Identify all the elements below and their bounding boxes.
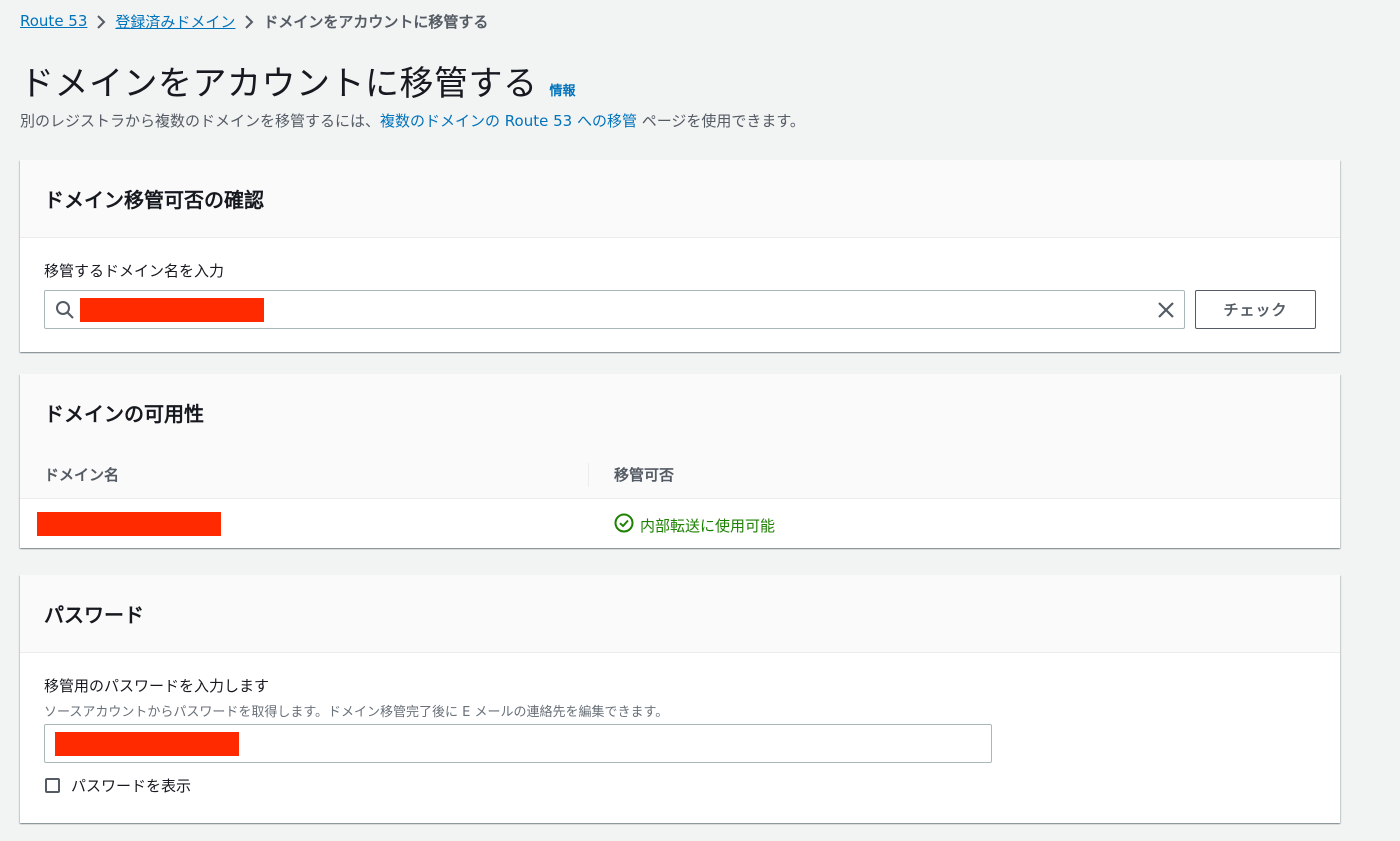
password-input-description: ソースアカウントからパスワードを取得します。ドメイン移管完了後に E メールの連…: [44, 705, 669, 720]
panel-title: ドメイン移管可否の確認: [44, 188, 264, 212]
domain-input-label: 移管するドメイン名を入力: [44, 262, 225, 280]
show-password-label[interactable]: パスワードを表示: [71, 775, 191, 796]
subtitle-text-after: ページを使用できます。: [636, 112, 805, 130]
column-divider: [588, 463, 589, 487]
table-header: ドメイン名 移管可否: [20, 451, 1340, 499]
panel-title: ドメインの可用性: [44, 402, 204, 426]
page-header: ドメインをアカウントに移管する 情報: [20, 56, 576, 105]
panel-header: ドメイン移管可否の確認: [20, 160, 1340, 238]
panel-header: ドメインの可用性: [20, 374, 1340, 451]
breadcrumb: Route 53 登録済みドメイン ドメインをアカウントに移管する: [20, 9, 488, 33]
table-row: 内部転送に使用可能: [20, 499, 1340, 548]
breadcrumb-registered-domains[interactable]: 登録済みドメイン: [115, 11, 235, 32]
panel-header: パスワード: [20, 575, 1340, 653]
panel-title: パスワード: [44, 603, 144, 627]
search-icon: [55, 300, 75, 324]
column-header-domain-name[interactable]: ドメイン名: [44, 464, 119, 485]
chevron-right-icon: [235, 12, 263, 30]
info-link[interactable]: 情報: [550, 80, 576, 99]
transfer-status: 内部転送に使用可能: [614, 513, 775, 537]
page-subtitle: 別のレジストラから複数のドメインを移管するには、複数のドメインの Route 5…: [20, 110, 805, 131]
page-title: ドメインをアカウントに移管する: [20, 64, 538, 104]
subtitle-text-before: 別のレジストラから複数のドメインを移管するには、: [20, 112, 381, 130]
redacted-domain-value: [80, 298, 264, 322]
redacted-domain-name: [37, 512, 221, 536]
show-password-checkbox[interactable]: [45, 778, 60, 793]
domain-check-panel: ドメイン移管可否の確認 移管するドメイン名を入力 チェック: [20, 160, 1340, 352]
domain-availability-panel: ドメインの可用性 ドメイン名 移管可否 内部転送に使用可能: [20, 374, 1340, 548]
password-input-label: 移管用のパスワードを入力します: [44, 677, 270, 695]
chevron-right-icon: [87, 12, 115, 30]
redacted-password-value: [55, 732, 239, 756]
password-input[interactable]: [44, 724, 992, 763]
multi-domain-transfer-link[interactable]: 複数のドメインの Route 53 への移管: [380, 112, 637, 130]
password-panel: パスワード 移管用のパスワードを入力します ソースアカウントからパスワードを取得…: [20, 575, 1340, 823]
column-header-transferability[interactable]: 移管可否: [614, 464, 674, 485]
domain-search-input[interactable]: [44, 290, 1185, 329]
breadcrumb-current: ドメインをアカウントに移管する: [263, 12, 489, 31]
breadcrumb-route53[interactable]: Route 53: [20, 12, 87, 30]
check-button[interactable]: チェック: [1195, 290, 1316, 329]
clear-icon[interactable]: [1156, 300, 1176, 324]
status-text: 内部転送に使用可能: [640, 516, 776, 535]
status-success-icon: [614, 513, 640, 537]
